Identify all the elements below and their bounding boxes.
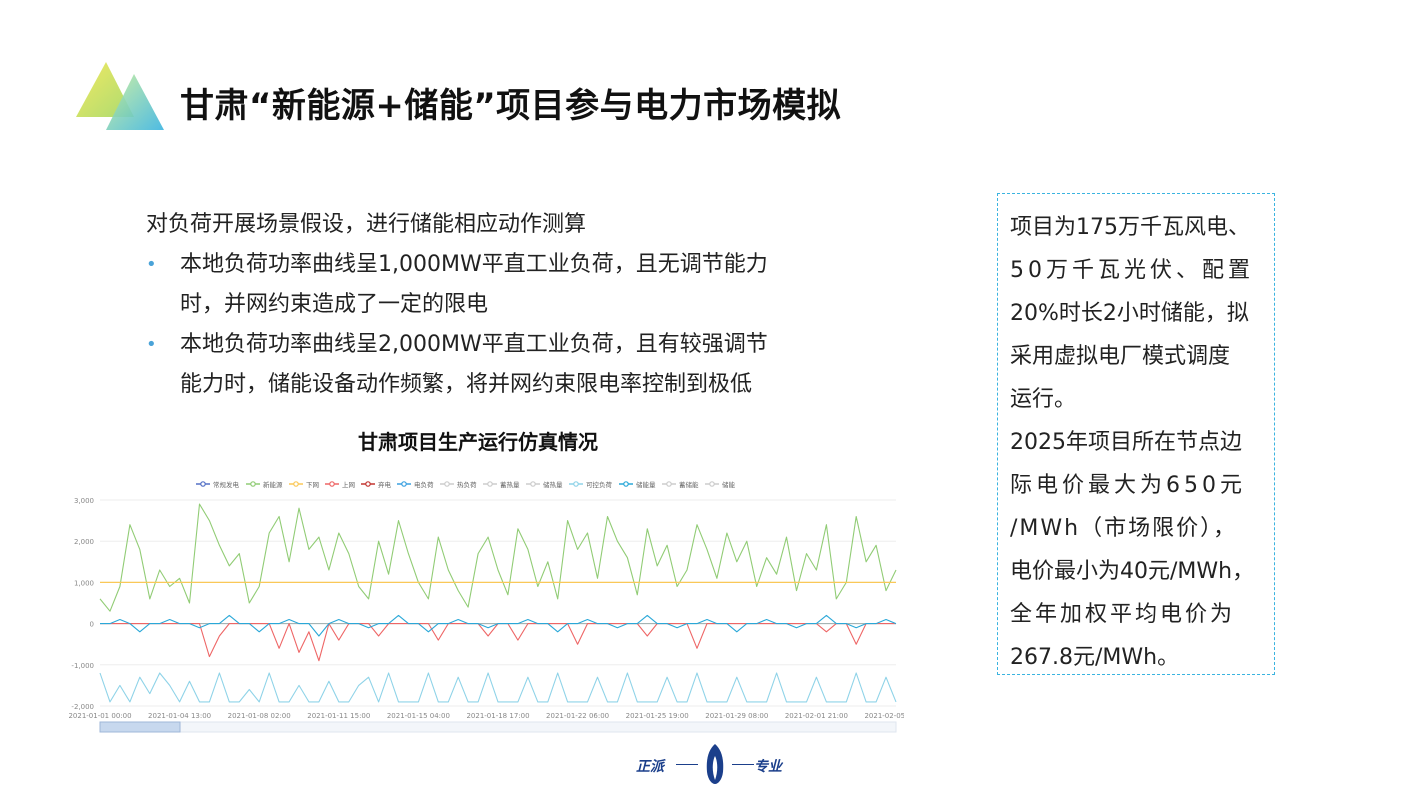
legend-marker xyxy=(250,481,256,487)
legend-marker xyxy=(365,481,371,487)
y-tick-label: -1,000 xyxy=(71,662,94,670)
info-line: 运行。 xyxy=(1010,387,1077,412)
y-tick-label: 2,000 xyxy=(74,538,94,546)
series-line xyxy=(100,623,896,662)
info-line: 际电价最大为650元 xyxy=(1010,473,1246,498)
info-line: 20%时长2小时储能，拟 xyxy=(1010,301,1249,326)
bullet-item: • 本地负荷功率曲线呈2,000MW平直工业负荷，且有较强调节 能力时，储能设备… xyxy=(146,325,846,405)
footer-divider xyxy=(676,764,698,765)
footer-logo: 正派 专业 xyxy=(636,742,796,788)
bullet-dot-icon: • xyxy=(146,254,157,275)
bullet-text-line1: 本地负荷功率曲线呈2,000MW平直工业负荷，且有较强调节 xyxy=(180,332,768,357)
x-tick-label: 2021-02-05 10:00 xyxy=(864,712,904,720)
footer-right-text: 专业 xyxy=(754,759,782,775)
legend-label: 下网 xyxy=(306,481,319,489)
x-tick-label: 2021-01-04 13:00 xyxy=(148,712,211,720)
bullet-text-line2: 能力时，储能设备动作频繁，将并网约束限电率控制到极低 xyxy=(180,372,753,397)
x-tick-label: 2021-01-08 02:00 xyxy=(228,712,291,720)
chart-title: 甘肃项目生产运行仿真情况 xyxy=(358,430,598,454)
legend-label: 常规发电 xyxy=(213,480,240,489)
line-chart: 3,000 2,000 1,000 0 -1,000 -2,0002021-01-01 0… xyxy=(68,480,904,733)
legend-label: 热负荷 xyxy=(457,480,477,489)
bullet-text-line1: 本地负荷功率曲线呈1,000MW平直工业负荷，且无调节能力 xyxy=(180,252,768,277)
info-box: 项目为175万千瓦风电、 50万千瓦光伏、配置 20%时长2小时储能，拟 采用虚… xyxy=(997,193,1275,675)
legend-label: 电负荷 xyxy=(414,480,434,489)
info-line: 2025年项目所在节点边 xyxy=(1010,430,1242,455)
legend-label: 上网 xyxy=(342,480,355,489)
x-tick-label: 2021-01-01 00:00 xyxy=(68,712,131,720)
x-tick-label: 2021-01-22 06:00 xyxy=(546,712,609,720)
x-tick-label: 2021-01-29 08:00 xyxy=(705,712,768,720)
legend-marker xyxy=(623,481,629,487)
legend-marker xyxy=(293,481,299,487)
zoom-slider xyxy=(99,721,897,733)
x-tick-label: 2021-01-11 15:00 xyxy=(307,712,370,720)
legend-marker xyxy=(709,481,715,487)
y-tick-label: -2,000 xyxy=(71,703,94,711)
x-tick-label: 2021-01-15 04:00 xyxy=(387,712,450,720)
legend-label: 新能源 xyxy=(263,480,283,489)
bullet-item: • 本地负荷功率曲线呈1,000MW平直工业负荷，且无调节能力 时，并网约束造成… xyxy=(146,245,846,325)
series-line xyxy=(99,672,897,703)
info-line: 全年加权平均电价为 xyxy=(1010,602,1236,627)
legend-label: 储能 xyxy=(722,480,736,489)
legend-label: 蓄储能 xyxy=(679,480,699,489)
bullet-list: 对负荷开展场景假设，进行储能相应动作测算 • 本地负荷功率曲线呈1,000MW平… xyxy=(146,205,846,405)
chart-container: 3,000 2,000 1,000 0 -1,000 -2,000 2021-01-01 0… xyxy=(66,474,904,736)
penguin-icon xyxy=(706,744,724,784)
y-tick-label: 3,000 xyxy=(74,497,94,505)
legend-label: 可控负荷 xyxy=(586,480,613,489)
legend-label: 储能量 xyxy=(636,480,656,489)
x-tick-label: 2021-01-18 17:00 xyxy=(466,712,529,720)
info-line: /MWh（市场限价）， xyxy=(1010,516,1238,541)
legend-marker xyxy=(573,481,579,487)
footer-divider xyxy=(732,764,754,765)
intro-text: 对负荷开展场景假设，进行储能相应动作测算 xyxy=(146,212,587,237)
info-line: 电价最小为40元/MWh， xyxy=(1010,559,1255,584)
info-line: 267.8元/MWh。 xyxy=(1010,645,1180,670)
x-tick-label: 2021-01-25 19:00 xyxy=(626,712,689,720)
info-line: 项目为175万千瓦风电、 xyxy=(1010,215,1250,240)
info-line: 50万千瓦光伏、配置 xyxy=(1010,258,1254,283)
logo-triangles-icon xyxy=(76,62,164,130)
zoom-slider-handle xyxy=(99,721,181,733)
info-line: 采用虚拟电厂模式调度 xyxy=(1010,344,1231,369)
legend-marker xyxy=(401,481,407,487)
legend-marker xyxy=(530,481,536,487)
legend-label: 蓄热量 xyxy=(500,480,520,489)
legend-marker xyxy=(666,481,672,487)
legend-marker xyxy=(444,481,450,487)
page-title: 甘肃“新能源+储能”项目参与电力市场模拟 xyxy=(180,86,842,126)
legend-label: 储热量 xyxy=(543,480,563,489)
x-tick-label: 2021-02-01 21:00 xyxy=(785,712,848,720)
series-line xyxy=(99,503,897,612)
legend-label: 弃电 xyxy=(378,480,392,489)
y-tick-label: 1,000 xyxy=(74,579,94,587)
series-line xyxy=(100,614,897,637)
y-tick-label: 0 xyxy=(90,621,94,629)
bullet-text-line2: 时，并网约束造成了一定的限电 xyxy=(180,292,489,317)
bullet-dot-icon: • xyxy=(146,334,157,355)
footer-left-text: 正派 xyxy=(636,759,664,775)
legend-marker xyxy=(329,481,335,487)
legend-marker xyxy=(200,481,206,487)
legend-marker xyxy=(487,481,493,487)
